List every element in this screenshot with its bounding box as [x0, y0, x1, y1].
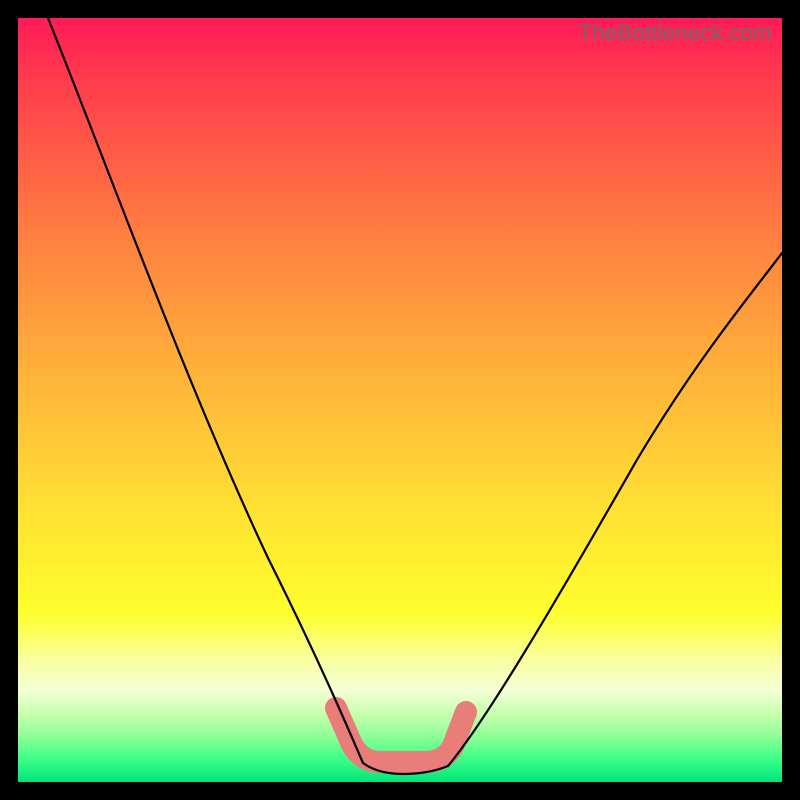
curve-right-branch: [448, 253, 782, 766]
plot-area: TheBottleneck.com: [18, 18, 782, 782]
outer-frame: TheBottleneck.com: [0, 0, 800, 800]
chart-svg: [18, 18, 782, 782]
curve-left-branch: [48, 18, 363, 763]
optimal-region-marker: [336, 708, 466, 762]
